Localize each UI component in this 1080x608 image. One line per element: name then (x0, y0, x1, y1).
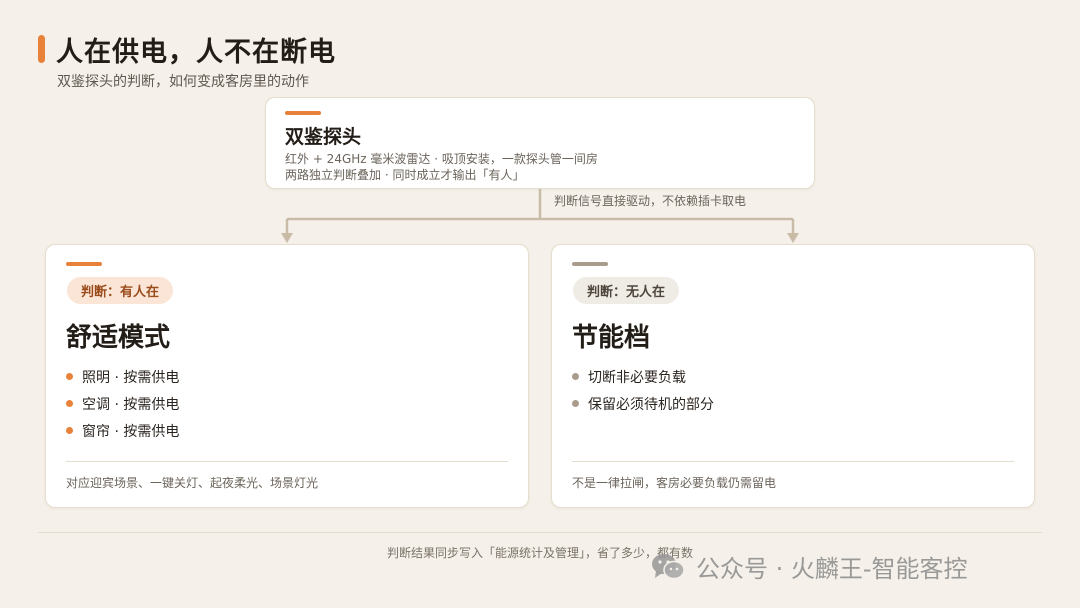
bullet-dot-icon (66, 427, 73, 434)
signal-note: 判断信号直接驱动，不依赖插卡取电 (554, 194, 747, 208)
energy-saving-card: 判断：无人在 节能档 切断非必要负载 保留必须待机的部分 不是一律拉闸，客房必要… (551, 244, 1035, 508)
bullet-dot-icon (66, 400, 73, 407)
comfort-mode-title: 舒适模式 (66, 323, 171, 353)
energy-status-badge: 判断：无人在 (573, 277, 680, 304)
energy-mode-title: 节能档 (572, 323, 651, 353)
energy-accent-line (572, 262, 608, 266)
bullet-dot-icon (66, 373, 73, 380)
arrow-left-icon (281, 233, 293, 243)
list-item-label: 切断非必要负载 (588, 369, 686, 386)
comfort-item-list: 照明 · 按需供电 空调 · 按需供电 窗帘 · 按需供电 (66, 363, 179, 444)
list-item-label: 保留必须待机的部分 (588, 396, 714, 413)
arrow-right-icon (787, 233, 799, 243)
list-item: 空调 · 按需供电 (66, 390, 179, 417)
comfort-status-badge: 判断：有人在 (67, 277, 174, 304)
list-item: 照明 · 按需供电 (66, 363, 179, 390)
list-item-label: 照明 · 按需供电 (82, 369, 180, 386)
comfort-accent-line (66, 262, 102, 266)
comfort-divider (66, 461, 508, 462)
comfort-mode-note: 对应迎宾场景、一键关灯、起夜柔光、场景灯光 (66, 476, 319, 490)
list-item-label: 空调 · 按需供电 (82, 396, 180, 413)
watermark: 公众号 · 火麟王-智能客控 (650, 549, 968, 584)
list-item-label: 窗帘 · 按需供电 (82, 423, 180, 440)
bullet-dot-icon (572, 400, 579, 407)
list-item: 切断非必要负载 (572, 363, 714, 390)
energy-item-list: 切断非必要负载 保留必须待机的部分 (572, 363, 714, 417)
list-item: 窗帘 · 按需供电 (66, 417, 179, 444)
wechat-icon (652, 553, 685, 579)
bullet-dot-icon (572, 373, 579, 380)
list-item: 保留必须待机的部分 (572, 390, 714, 417)
comfort-mode-card: 判断：有人在 舒适模式 照明 · 按需供电 空调 · 按需供电 窗帘 · 按需供… (45, 244, 529, 508)
energy-mode-note: 不是一律拉闸，客房必要负载仍需留电 (572, 476, 777, 490)
energy-divider (572, 461, 1014, 462)
footer-divider (38, 532, 1042, 533)
watermark-text: 公众号 · 火麟王-智能客控 (696, 555, 968, 583)
